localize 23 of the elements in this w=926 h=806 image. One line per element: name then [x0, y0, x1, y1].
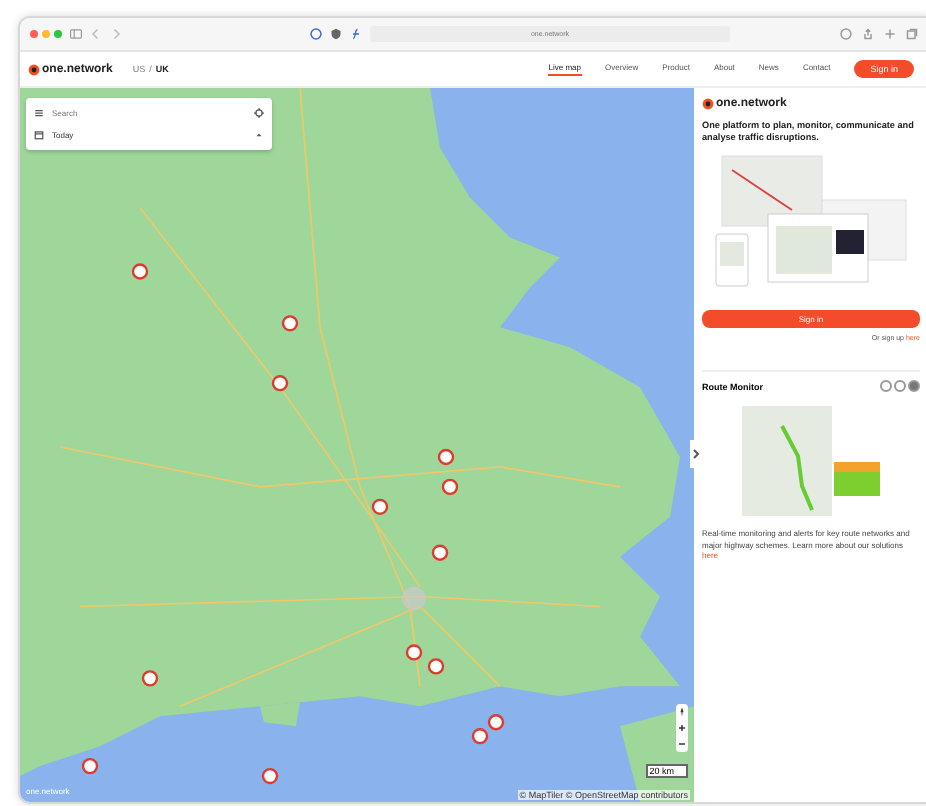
route-monitor-screenshot-drawing: [741, 406, 881, 516]
shield-icon[interactable]: [330, 28, 342, 40]
back-icon[interactable]: [90, 28, 102, 40]
calendar-icon: [34, 130, 44, 140]
tabs-icon[interactable]: [906, 28, 918, 40]
caret-icon[interactable]: [254, 130, 264, 140]
zoom-in-icon[interactable]: [676, 720, 688, 736]
function-icon[interactable]: [350, 28, 362, 40]
plus-icon[interactable]: [884, 28, 896, 40]
locate-icon[interactable]: [254, 108, 264, 118]
close-icon[interactable]: [30, 30, 38, 38]
logo-icon: [28, 63, 40, 75]
logo-icon: [702, 98, 714, 110]
sidebar-toggle-icon[interactable]: [70, 28, 82, 40]
maximize-icon[interactable]: [54, 30, 62, 38]
carousel-dot[interactable]: [908, 380, 920, 392]
menu-icon[interactable]: [34, 108, 44, 118]
minimize-icon[interactable]: [42, 30, 50, 38]
compass-icon[interactable]: [676, 704, 688, 720]
share-icon[interactable]: [862, 28, 874, 40]
forward-icon[interactable]: [110, 28, 122, 40]
carousel-dot[interactable]: [880, 380, 892, 392]
carousel-dot[interactable]: [894, 380, 906, 392]
